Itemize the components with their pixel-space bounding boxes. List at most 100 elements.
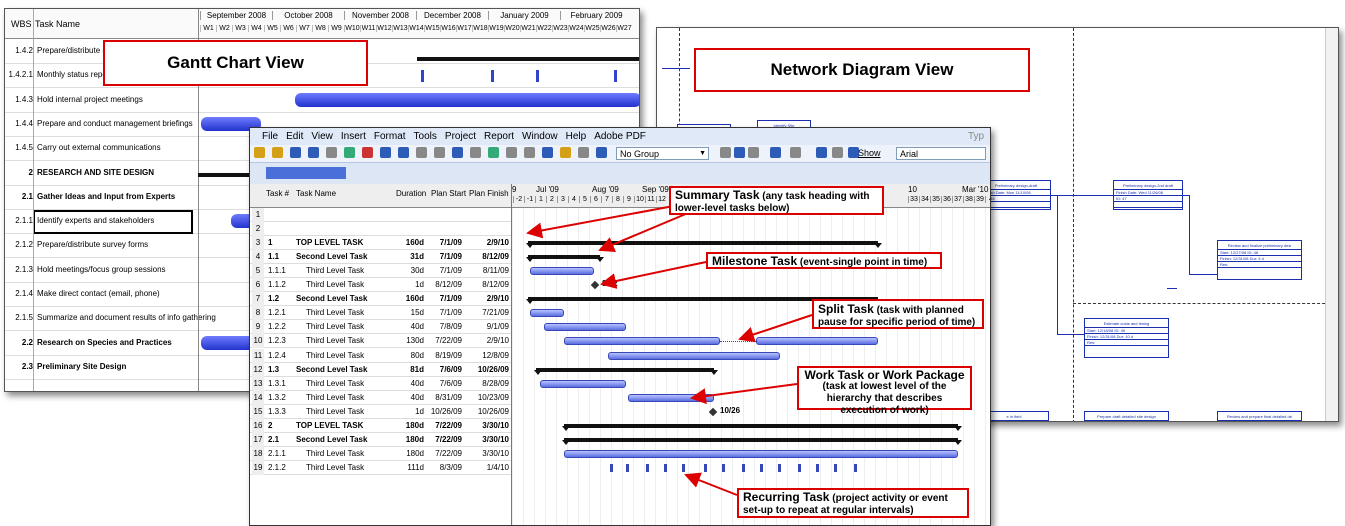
menu-item[interactable]: Window (522, 131, 558, 142)
task-bar (544, 323, 626, 332)
network-node[interactable]: Preliminary design-draft Finish Date: Mon… (981, 180, 1051, 210)
task-row[interactable]: 7 1.2 Second Level Task 160d 7/1/09 2/9/10 (250, 292, 512, 307)
task-row[interactable]: 2 (250, 222, 512, 237)
network-node-title: Preliminary design-draft (982, 181, 1050, 190)
menu-item[interactable]: Help (566, 131, 587, 142)
task-row[interactable]: 16 2 TOP LEVEL TASK 180d 7/22/09 3/30/10 (250, 418, 512, 433)
timescale-month: Aug '09 (592, 185, 619, 194)
task-row-wbs: 1.3 (268, 364, 280, 374)
toolbar-button-icon[interactable] (470, 147, 481, 158)
menu-item[interactable]: Format (374, 131, 406, 142)
show-menu[interactable]: Show (858, 148, 881, 158)
task-row[interactable]: 17 2.1 Second Level Task 180d 7/22/09 3/30/10 (250, 432, 512, 447)
timescale-period: 6 (590, 196, 601, 203)
toolbar-button-icon[interactable] (272, 147, 283, 158)
task-row[interactable]: 15 1.3.3 Third Level Task 1d 10/26/09 10/26/0… (250, 404, 512, 419)
toolbar-button-icon[interactable] (578, 147, 589, 158)
gantt-week-label: W12 (376, 25, 392, 32)
task-row-name: Second Level Task (296, 252, 368, 262)
network-node[interactable]: Review and finalize preliminary desi Star… (1217, 240, 1302, 280)
type-question-box[interactable]: Typ (968, 128, 984, 145)
menu-item[interactable]: Insert (341, 131, 366, 142)
toolbar-button-icon[interactable] (326, 147, 337, 158)
gantt-row-name: Hold internal project meetings (37, 94, 143, 104)
toolbar-button-icon[interactable] (398, 147, 409, 158)
toolbar-button-icon[interactable] (308, 147, 319, 158)
task-row-finish: 9/1/09 (486, 322, 509, 332)
task-row-name: Second Level Task (296, 364, 368, 374)
recurring-occurrence (610, 463, 613, 472)
gantt-row-wbs: 2.1.5 (15, 313, 33, 323)
entry-bar[interactable] (266, 167, 346, 179)
task-row[interactable]: 19 2.1.2 Third Level Task 111d 8/3/09 1/4/10 (250, 460, 512, 475)
toolbar-button-icon[interactable] (254, 147, 265, 158)
task-row[interactable]: 6 1.1.2 Third Level Task 1d 8/12/09 8/12/09 (250, 278, 512, 293)
toolbar-button-icon[interactable] (362, 147, 373, 158)
task-row[interactable]: 1 (250, 208, 512, 223)
network-node[interactable]: Prepare draft detailed site designStart:… (1084, 411, 1169, 421)
task-row[interactable]: 3 1 TOP LEVEL TASK 160d 7/1/09 2/9/10 (250, 236, 512, 251)
toolbar-button-icon[interactable] (416, 147, 427, 158)
toolbar-button-icon[interactable] (380, 147, 391, 158)
group-select[interactable]: No Group ▼ (616, 147, 709, 160)
toolbar-button-icon[interactable] (488, 147, 499, 158)
chart-gridline (523, 208, 524, 525)
menu-item[interactable]: Edit (286, 131, 303, 142)
toolbar-button-icon[interactable] (452, 147, 463, 158)
toolbar-button-icon[interactable] (816, 147, 827, 158)
toolbar-button-icon[interactable] (524, 147, 535, 158)
menu-item[interactable]: File (262, 131, 278, 142)
gantt-week-label: W20 (504, 25, 520, 32)
gantt-week-label: W9 (328, 25, 344, 32)
gantt-month-label: January 2009 (488, 11, 560, 20)
network-node[interactable]: Estimate costs and timing Start: 12/18/08… (1084, 318, 1169, 358)
toolbar-button-icon[interactable] (290, 147, 301, 158)
task-row[interactable]: 13 1.3.1 Third Level Task 40d 7/6/09 8/28/09 (250, 376, 512, 391)
task-row[interactable]: 11 1.2.4 Third Level Task 80d 8/19/09 12/8/09 (250, 348, 512, 363)
task-row-start: 8/3/09 (439, 462, 462, 472)
task-row-name: Third Level Task (306, 308, 365, 318)
network-node-title: Review and finalize preliminary desi (1218, 241, 1301, 250)
task-row[interactable]: 9 1.2.2 Third Level Task 40d 7/8/09 9/1/09 (250, 320, 512, 335)
toolbar-button-icon[interactable] (506, 147, 517, 158)
network-node[interactable]: Preliminary design-2nd draft Finish Date:… (1113, 180, 1183, 210)
timescale-month: 10 (908, 185, 917, 194)
toolbar-button-icon[interactable] (434, 147, 445, 158)
task-row-name: Third Level Task (306, 448, 365, 458)
task-row-wbs: 2.1 (268, 434, 280, 444)
toolbar-button-icon[interactable] (770, 147, 781, 158)
toolbar-button-icon[interactable] (734, 147, 745, 158)
toolbar-button-icon[interactable] (344, 147, 355, 158)
task-row[interactable]: 12 1.3 Second Level Task 81d 7/6/09 10/26/09 (250, 362, 512, 377)
network-node[interactable]: Review and prepare final detailed deStar… (1217, 411, 1302, 421)
task-row[interactable]: 4 1.1 Second Level Task 31d 7/1/09 8/12/09 (250, 250, 512, 265)
timescale-period: 35 (930, 196, 941, 203)
summary-bar-end (526, 243, 534, 249)
toolbar-button-icon[interactable] (596, 147, 607, 158)
task-row[interactable]: 18 2.1.1 Third Level Task 180d 7/22/09 3/30/1… (250, 446, 512, 461)
network-node-title: Estimate costs and timing (1085, 319, 1168, 328)
menu-item[interactable]: View (311, 131, 333, 142)
menu-item[interactable]: Tools (414, 131, 437, 142)
summary-bar-end (954, 425, 962, 431)
menu-item[interactable]: Adobe PDF (594, 131, 646, 142)
menu-item[interactable]: Report (484, 131, 514, 142)
recurring-occurrence (778, 463, 781, 472)
font-select[interactable]: Arial (896, 147, 986, 160)
task-row[interactable]: 5 1.1.1 Third Level Task 30d 7/1/09 8/11/09 (250, 264, 512, 279)
network-scrollbar[interactable] (1325, 28, 1338, 421)
timescale-period: 8 (612, 196, 623, 203)
toolbar-button-icon[interactable] (560, 147, 571, 158)
toolbar-button-icon[interactable] (542, 147, 553, 158)
gantt-week-label: W23 (552, 25, 568, 32)
menu-item[interactable]: Project (445, 131, 476, 142)
task-row-wbs: 1.2.3 (268, 336, 286, 346)
toolbar-button-icon[interactable] (790, 147, 801, 158)
task-row[interactable]: 10 1.2.3 Third Level Task 130d 7/22/09 2/9/10 (250, 334, 512, 349)
task-row[interactable]: 14 1.3.2 Third Level Task 40d 8/31/09 10/23/0… (250, 390, 512, 405)
task-row-wbs: 1.1 (268, 252, 280, 262)
toolbar-button-icon[interactable] (832, 147, 843, 158)
toolbar-button-icon[interactable] (720, 147, 731, 158)
task-row[interactable]: 8 1.2.1 Third Level Task 15d 7/1/09 7/21/09 (250, 306, 512, 321)
toolbar-button-icon[interactable] (748, 147, 759, 158)
